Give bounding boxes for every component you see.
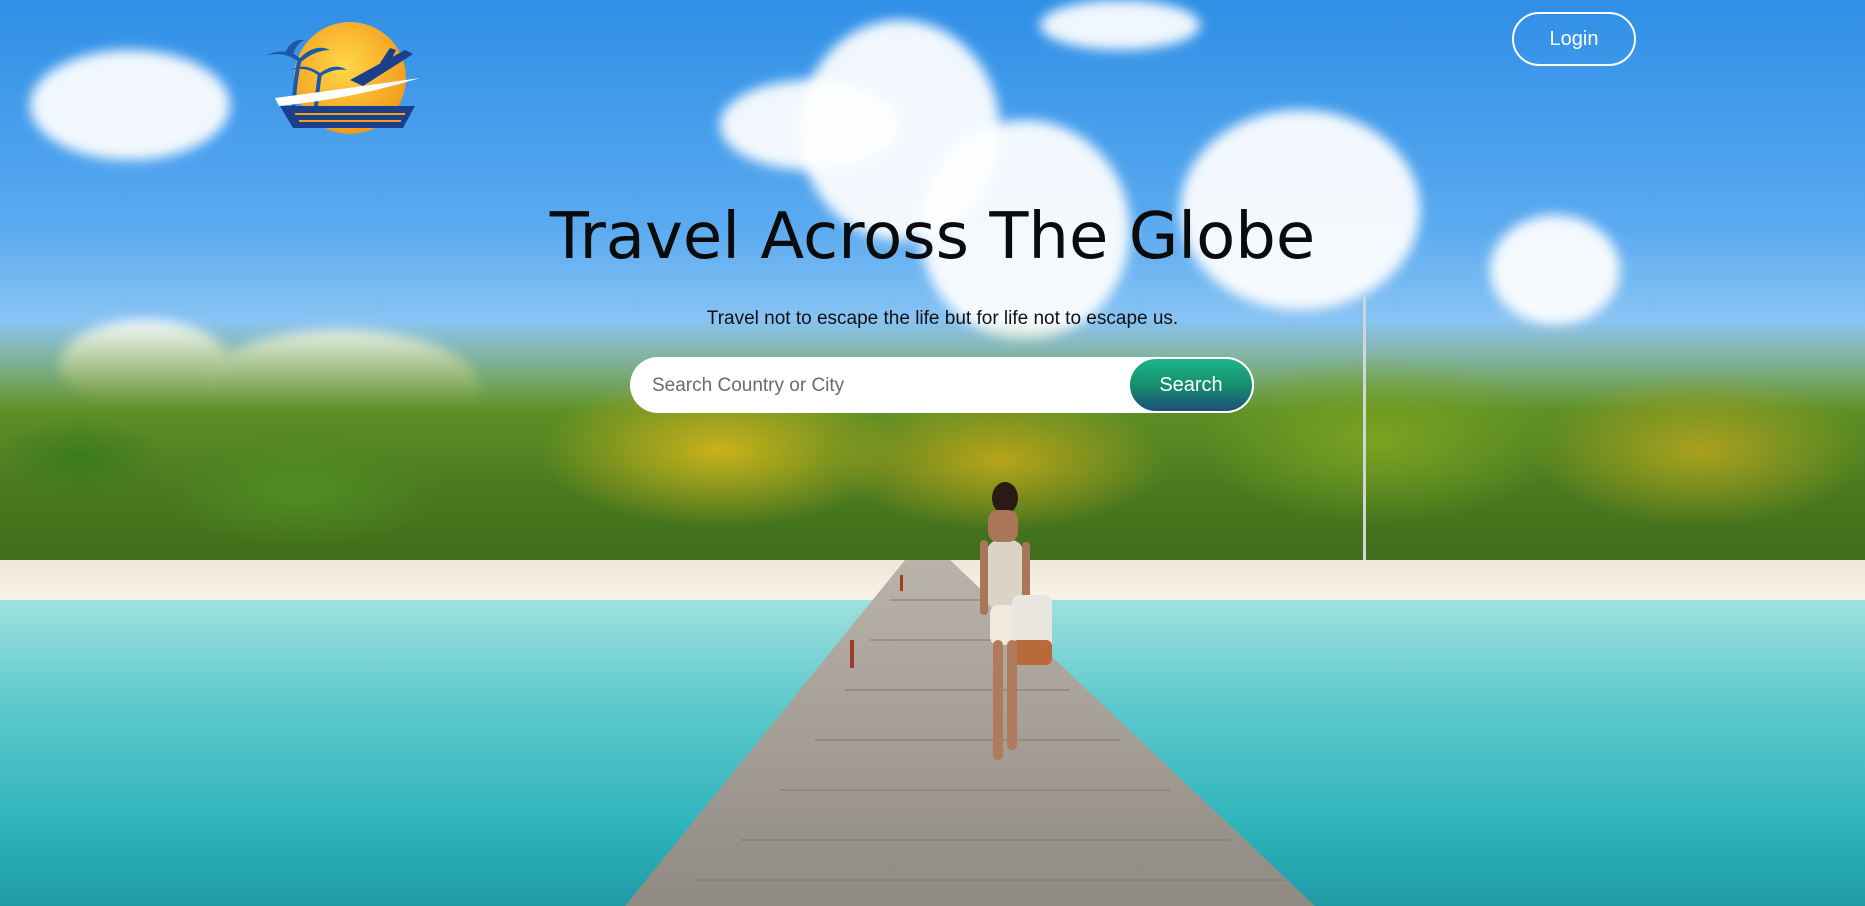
walking-woman: [980, 482, 1052, 760]
lagoon-water: [0, 600, 1865, 906]
search-input[interactable]: [650, 357, 1124, 415]
page-title: Travel Across The Globe: [549, 200, 1316, 274]
cloud: [1040, 0, 1200, 50]
login-button[interactable]: Login: [1512, 12, 1636, 66]
search-button[interactable]: Search: [1128, 357, 1254, 413]
cloud: [30, 50, 230, 160]
flag-pole: [1363, 295, 1366, 590]
palm-sun-plane-ship-logo-icon: [265, 22, 420, 134]
search-bar: Search: [630, 357, 1254, 415]
logo[interactable]: [255, 18, 430, 138]
hero-section: Login Travel Across The Globe Travel not…: [0, 0, 1865, 906]
page-subtitle: Travel not to escape the life but for li…: [706, 308, 1179, 329]
